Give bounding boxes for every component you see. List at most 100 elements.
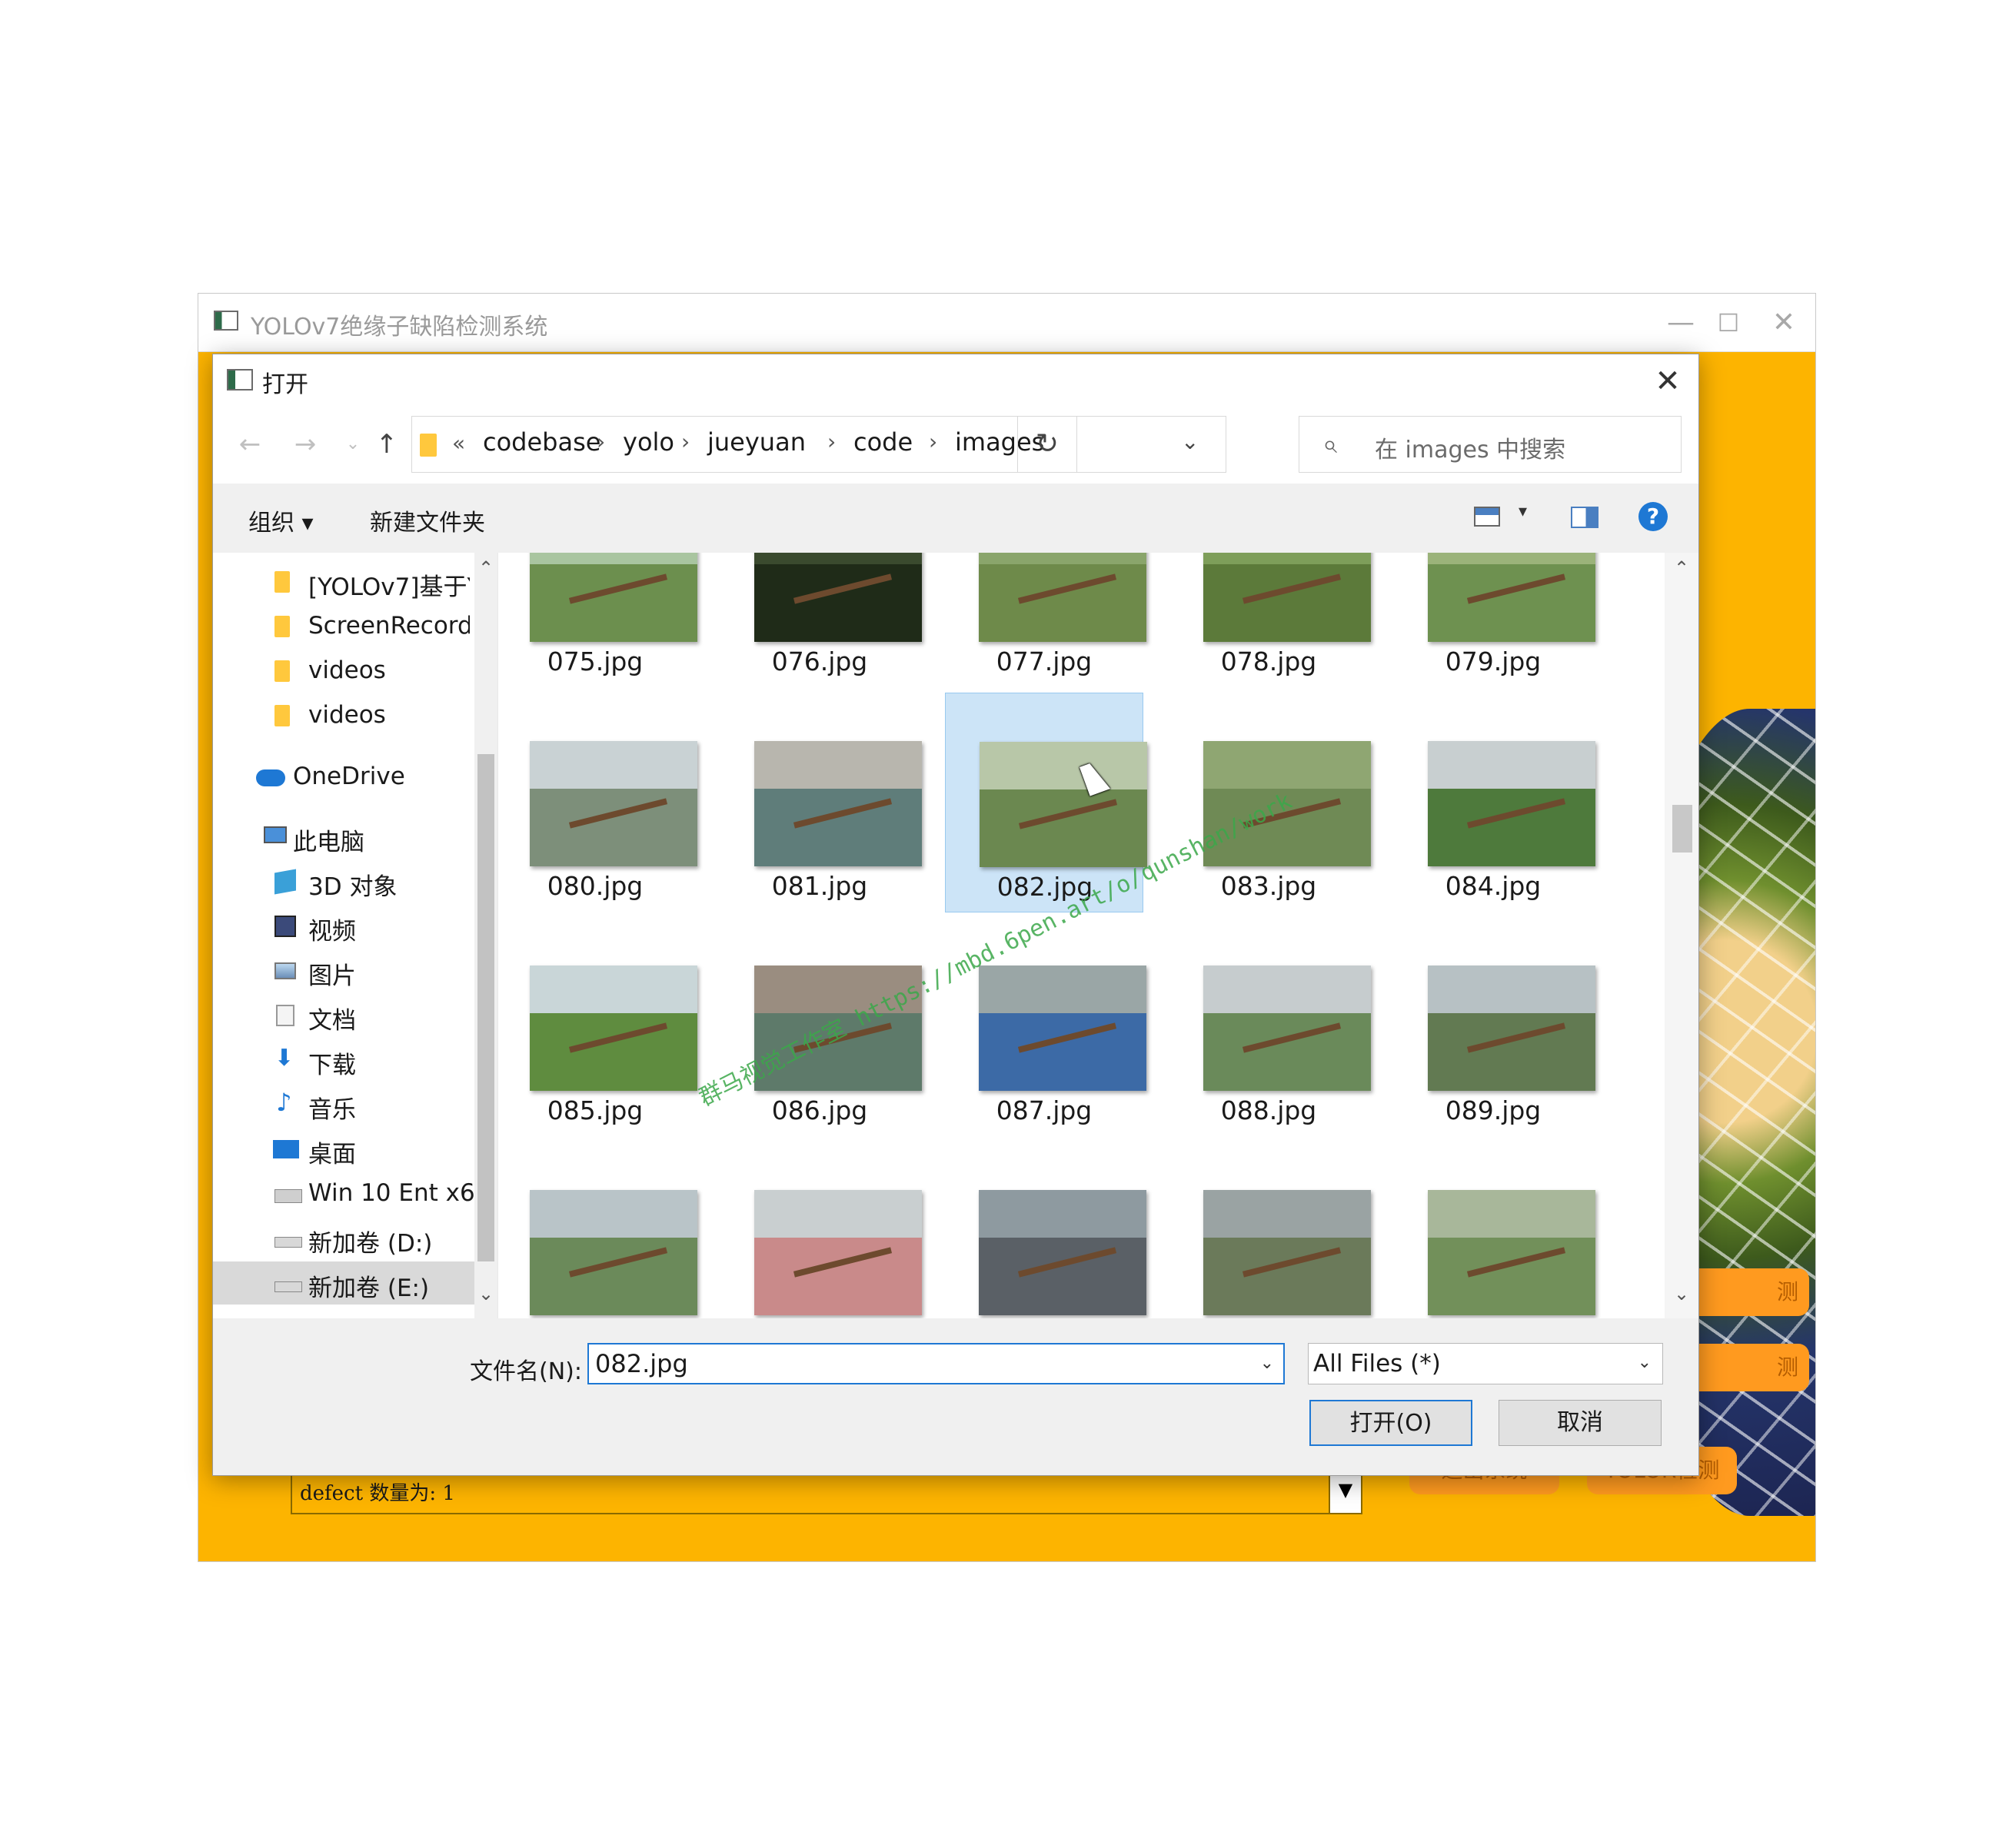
breadcrumb-jueyuan[interactable]: jueyuan <box>707 427 806 457</box>
maximize-button[interactable]: ☐ <box>1705 303 1752 343</box>
breadcrumb-code[interactable]: code <box>853 427 913 457</box>
search-input[interactable]: ⌕ 在 images 中搜索 <box>1299 416 1682 473</box>
nav-label: 下载 <box>308 1052 356 1079</box>
file-thumbnail <box>1428 553 1595 642</box>
scroll-down-icon[interactable]: ⌄ <box>474 1283 497 1305</box>
nav-scroll-thumb[interactable] <box>477 754 494 1261</box>
open-file-dialog: 打开 ✕ ← → ⌄ ↑ « codebase › yolo › jueyuan… <box>212 354 1699 1476</box>
breadcrumb-yolo[interactable]: yolo <box>623 427 674 457</box>
file-tile[interactable]: 084.jpg <box>1394 693 1595 912</box>
app-close-button[interactable]: ✕ <box>1761 303 1807 343</box>
refresh-icon[interactable]: ↻ <box>1017 416 1077 473</box>
dialog-bottom-panel: 文件名(N): 082.jpg ⌄ All Files (*) ⌄ 打开(O) … <box>213 1318 1698 1475</box>
file-name-label: 075.jpg <box>547 646 644 676</box>
nav-item-drive-d[interactable]: 新加卷 (D:) <box>213 1217 474 1260</box>
scroll-up-icon[interactable]: ⌃ <box>1670 557 1693 579</box>
nav-item-music[interactable]: ♪ 音乐 <box>213 1083 474 1126</box>
view-options-icon[interactable] <box>1474 507 1500 527</box>
file-tile[interactable]: 090.jpg <box>519 1142 697 1318</box>
preview-pane-icon[interactable] <box>1571 507 1598 528</box>
file-tile[interactable]: 081.jpg <box>720 693 922 912</box>
breadcrumb-separator[interactable]: › <box>929 429 937 454</box>
nav-label: 视频 <box>308 918 356 946</box>
file-tile[interactable]: 091.jpg <box>720 1142 922 1318</box>
nav-label: videos <box>308 656 386 684</box>
nav-label: 音乐 <box>308 1096 356 1124</box>
file-tile[interactable]: 076.jpg <box>720 553 922 688</box>
file-thumbnail <box>1203 966 1371 1091</box>
nav-item-drive-e[interactable]: 新加卷 (E:) <box>213 1261 474 1305</box>
nav-item-pictures[interactable]: 图片 <box>213 949 474 992</box>
insulator-shape <box>793 798 893 829</box>
nav-item-yolov7-folder[interactable]: [YOLOv7]基于YOLOv7 <box>213 560 474 603</box>
file-name-label: 079.jpg <box>1445 646 1542 676</box>
dialog-close-button[interactable]: ✕ <box>1645 361 1691 402</box>
file-name-label: 080.jpg <box>547 871 644 901</box>
new-folder-button[interactable]: 新建文件夹 <box>370 504 485 537</box>
view-dropdown-icon[interactable]: ▾ <box>1519 502 1527 521</box>
minimize-button[interactable]: — <box>1658 303 1704 343</box>
insulator-shape <box>568 573 668 604</box>
recent-locations-icon[interactable]: ⌄ <box>336 427 370 461</box>
address-overflow-icon[interactable]: « <box>452 430 465 456</box>
file-name-label: 081.jpg <box>771 871 868 901</box>
file-tile[interactable]: 093.jpg <box>1169 1142 1371 1318</box>
open-button[interactable]: 打开(O) <box>1309 1400 1472 1446</box>
file-thumbnail <box>754 741 922 866</box>
nav-label: videos <box>308 701 386 729</box>
breadcrumb-separator[interactable]: › <box>681 429 690 454</box>
nav-scrollbar[interactable]: ⌃ ⌄ <box>474 553 497 1318</box>
breadcrumb-codebase[interactable]: codebase <box>483 427 600 457</box>
grid-scroll-thumb[interactable] <box>1672 805 1692 853</box>
file-tile[interactable]: 089.jpg <box>1394 917 1595 1137</box>
breadcrumb-separator[interactable]: › <box>827 429 836 454</box>
file-thumbnail <box>754 1190 922 1315</box>
organize-menu[interactable]: 组织 ▾ <box>248 504 314 537</box>
file-tile[interactable]: 088.jpg <box>1169 917 1371 1137</box>
file-thumbnail <box>1428 966 1595 1091</box>
insulator-shape <box>1466 798 1566 829</box>
file-type-select[interactable]: All Files (*) ⌄ <box>1308 1343 1663 1384</box>
nav-item-screenrecorder[interactable]: ScreenRecorder <box>213 605 474 648</box>
nav-item-this-pc[interactable]: 此电脑 <box>213 816 474 859</box>
dialog-icon <box>227 369 253 391</box>
nav-item-videos-2[interactable]: videos <box>213 694 474 737</box>
nav-item-documents[interactable]: 文档 <box>213 994 474 1037</box>
help-icon[interactable]: ? <box>1638 502 1668 531</box>
app-icon <box>214 311 238 331</box>
back-arrow-icon[interactable]: ← <box>233 427 267 461</box>
file-thumbnail <box>530 1190 697 1315</box>
chevron-down-icon[interactable]: ⌄ <box>1638 1353 1652 1372</box>
nav-label: ScreenRecorder <box>308 612 470 640</box>
file-tile[interactable]: 092.jpg <box>945 1142 1146 1318</box>
address-dropdown-icon[interactable]: ⌄ <box>1181 429 1199 454</box>
cancel-button[interactable]: 取消 <box>1499 1400 1662 1446</box>
detect-button-1-label: 测 <box>1776 1279 1798 1305</box>
breadcrumb-separator[interactable]: › <box>597 429 605 454</box>
nav-item-videos-library[interactable]: 视频 <box>213 905 474 948</box>
up-arrow-icon[interactable]: ↑ <box>370 427 404 461</box>
file-tile[interactable]: 080.jpg <box>519 693 697 912</box>
filename-input[interactable]: 082.jpg ⌄ <box>587 1343 1285 1384</box>
folder-icon <box>274 571 290 593</box>
file-name-label: 089.jpg <box>1445 1095 1542 1125</box>
nav-item-desktop[interactable]: 桌面 <box>213 1128 474 1171</box>
file-name-label: 088.jpg <box>1220 1095 1317 1125</box>
file-tile[interactable]: 079.jpg <box>1394 553 1595 688</box>
nav-item-downloads[interactable]: ⬇ 下载 <box>213 1039 474 1082</box>
nav-item-onedrive[interactable]: OneDrive <box>213 756 474 799</box>
file-tile[interactable]: 075.jpg <box>519 553 697 688</box>
nav-item-videos[interactable]: videos <box>213 650 474 693</box>
scroll-up-icon[interactable]: ⌃ <box>474 557 497 579</box>
file-tile[interactable]: 077.jpg <box>945 553 1146 688</box>
address-bar[interactable]: « codebase › yolo › jueyuan › code › ima… <box>411 416 1226 473</box>
file-tile[interactable]: 085.jpg <box>519 917 697 1137</box>
file-tile[interactable]: 078.jpg <box>1169 553 1371 688</box>
scroll-down-icon[interactable]: ⌄ <box>1670 1283 1693 1305</box>
file-tile[interactable]: 094.jpg <box>1394 1142 1595 1318</box>
nav-item-system-drive[interactable]: Win 10 Ent x64 <box>213 1172 490 1215</box>
nav-item-3d-objects[interactable]: 3D 对象 <box>213 860 474 903</box>
grid-scrollbar[interactable]: ⌃ ⌄ <box>1665 553 1698 1318</box>
chevron-down-icon[interactable]: ⌄ <box>1260 1354 1274 1373</box>
forward-arrow-icon[interactable]: → <box>288 427 322 461</box>
